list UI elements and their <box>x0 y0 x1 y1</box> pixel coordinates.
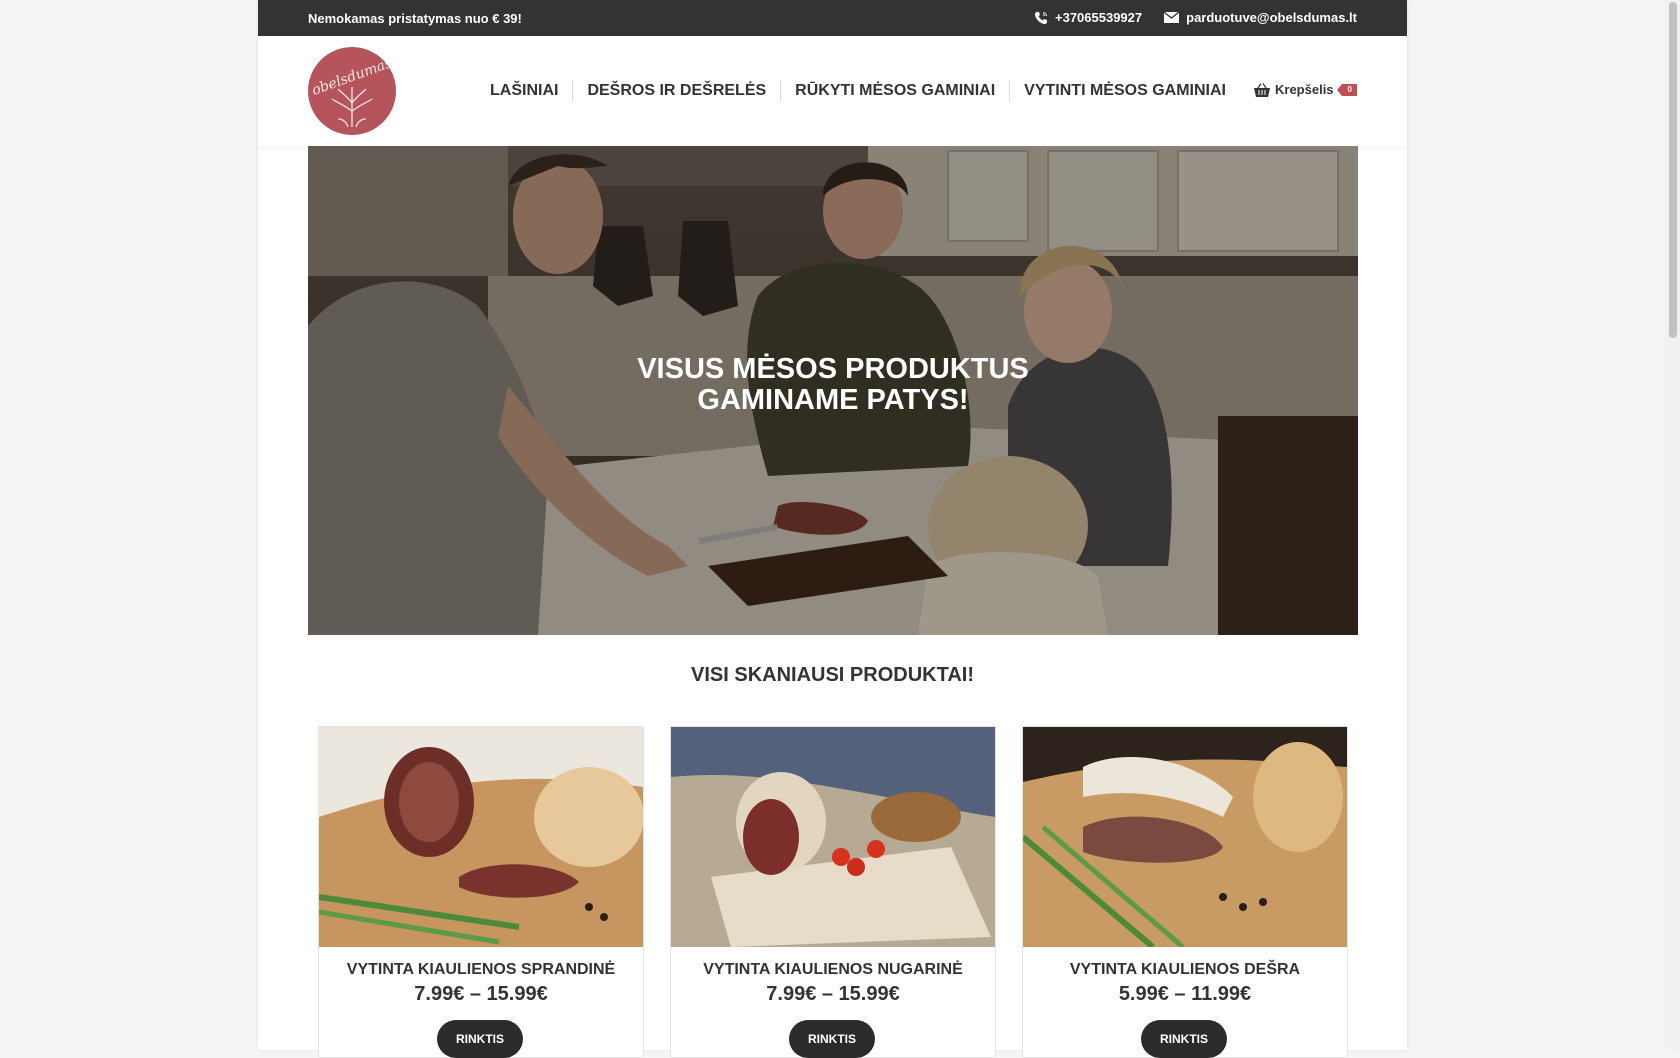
product-image[interactable] <box>1023 727 1347 947</box>
scrollbar[interactable] <box>1665 0 1680 1050</box>
email-link[interactable]: parduotuve@obelsdumas.lt <box>1164 10 1357 25</box>
nav-item-desros[interactable]: DEŠROS IR DEŠRELĖS <box>572 80 780 102</box>
product-price: 7.99€ – 15.99€ <box>414 983 548 1005</box>
nav-item-rukyti[interactable]: RŪKYTI MĖSOS GAMINIAI <box>780 80 1009 102</box>
site-logo[interactable]: obelsdumas <box>308 47 396 135</box>
cart-count-badge: 0 <box>1336 83 1357 96</box>
product-price: 5.99€ – 11.99€ <box>1118 983 1252 1005</box>
product-card[interactable]: VYTINTA KIAULIENOS DEŠRA 5.99€ – 11.99€ … <box>1022 726 1348 1058</box>
product-name[interactable]: VYTINTA KIAULIENOS SPRANDINĖ <box>319 961 643 979</box>
basket-icon <box>1254 82 1270 97</box>
hero-banner: VISUS MĖSOS PRODUKTUS GAMINAME PATYS! <box>308 146 1358 635</box>
choose-button[interactable]: RINKTIS <box>789 1020 875 1058</box>
product-price: 7.99€ – 15.99€ <box>766 983 900 1005</box>
nav-item-vytinti[interactable]: VYTINTI MĖSOS GAMINIAI <box>1009 80 1240 102</box>
phone-number: +37065539927 <box>1055 10 1143 25</box>
product-card[interactable]: VYTINTA KIAULIENOS SPRANDINĖ 7.99€ – 15.… <box>318 726 644 1058</box>
envelope-icon <box>1164 12 1180 23</box>
tree-logo-icon: obelsdumas <box>310 55 394 128</box>
product-name[interactable]: VYTINTA KIAULIENOS NUGARINĖ <box>671 961 995 979</box>
site-header: obelsdumas LAŠINIAI DEŠROS IR DEŠRELĖS R… <box>258 36 1407 146</box>
product-image[interactable] <box>319 727 643 947</box>
nav-item-lasiniai[interactable]: LAŠINIAI <box>476 80 572 102</box>
email-address: parduotuve@obelsdumas.lt <box>1186 10 1357 25</box>
top-bar: Nemokamas pristatymas nuo € 39! +3706553… <box>258 0 1407 36</box>
choose-button[interactable]: RINKTIS <box>1141 1020 1227 1058</box>
product-image[interactable] <box>671 727 995 947</box>
contact-info: +37065539927 parduotuve@obelsdumas.lt <box>1012 10 1357 25</box>
choose-button[interactable]: RINKTIS <box>437 1020 523 1058</box>
page-container: Nemokamas pristatymas nuo € 39! +3706553… <box>258 0 1407 1058</box>
phone-link[interactable]: +37065539927 <box>1034 10 1142 25</box>
hero-line-1: VISUS MĖSOS PRODUKTUS <box>637 353 1029 385</box>
product-name[interactable]: VYTINTA KIAULIENOS DEŠRA <box>1023 961 1347 979</box>
cart-link[interactable]: Krepšelis 0 <box>1254 82 1357 97</box>
scrollbar-thumb[interactable] <box>1669 2 1677 338</box>
hero-heading: VISUS MĖSOS PRODUKTUS GAMINAME PATYS! <box>308 354 1358 416</box>
main-nav: LAŠINIAI DEŠROS IR DEŠRELĖS RŪKYTI MĖSOS… <box>476 80 1240 102</box>
free-shipping-notice: Nemokamas pristatymas nuo € 39! <box>308 11 522 26</box>
hero-line-2: GAMINAME PATYS! <box>697 384 969 416</box>
cart-label: Krepšelis <box>1275 82 1334 97</box>
product-card[interactable]: VYTINTA KIAULIENOS NUGARINĖ 7.99€ – 15.9… <box>670 726 996 1058</box>
products-section-title: VISI SKANIAUSI PRODUKTAI! <box>691 664 974 686</box>
phone-icon <box>1035 11 1047 24</box>
product-grid: VYTINTA KIAULIENOS SPRANDINĖ 7.99€ – 15.… <box>318 726 1348 1058</box>
